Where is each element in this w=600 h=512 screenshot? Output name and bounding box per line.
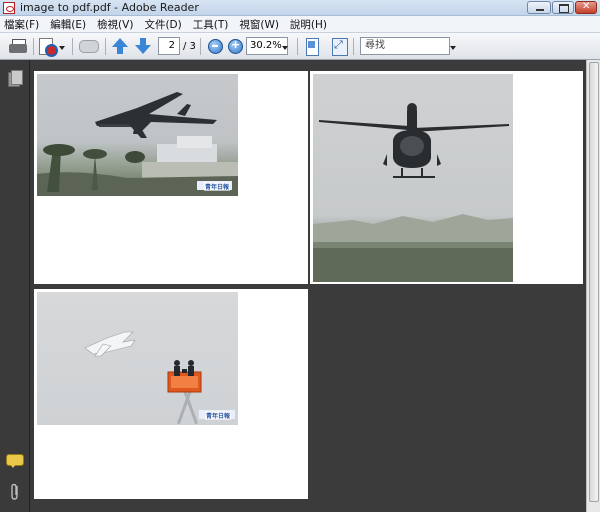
navigation-pane xyxy=(0,60,30,512)
print-icon[interactable] xyxy=(9,37,29,56)
toolbar-separator xyxy=(33,38,34,55)
chevron-down-icon[interactable] xyxy=(59,46,65,50)
menu-bar: 檔案(F) 編輯(E) 檢視(V) 文件(D) 工具(T) 視窗(W) 說明(H… xyxy=(0,16,600,33)
menu-window[interactable]: 視窗(W) xyxy=(239,17,279,32)
toolbar-separator xyxy=(200,38,201,55)
window-title: image to pdf.pdf - Adobe Reader xyxy=(20,1,199,14)
title-bar: image to pdf.pdf - Adobe Reader xyxy=(0,0,600,16)
watermark-label: 青年日報 xyxy=(205,411,232,420)
page-thumbnails-icon[interactable] xyxy=(8,70,23,87)
menu-view[interactable]: 檢視(V) xyxy=(97,17,133,32)
helicopter-photo xyxy=(313,74,513,282)
minimize-button[interactable] xyxy=(527,1,551,14)
menu-file[interactable]: 檔案(F) xyxy=(4,17,39,32)
next-page-icon[interactable] xyxy=(135,37,151,56)
toolbar-separator xyxy=(105,38,106,55)
scrollbar-thumb[interactable] xyxy=(589,62,599,502)
page-number-input[interactable]: 2 xyxy=(158,37,180,55)
menu-help[interactable]: 說明(H) xyxy=(290,17,327,32)
chevron-down-icon[interactable] xyxy=(450,46,456,50)
page-total-label: / 3 xyxy=(183,41,196,52)
zoom-out-icon[interactable] xyxy=(207,37,223,56)
comment-icon[interactable] xyxy=(78,37,100,56)
zoom-in-icon[interactable] xyxy=(227,37,243,56)
menu-tools[interactable]: 工具(T) xyxy=(193,17,229,32)
adobe-reader-icon xyxy=(3,2,15,14)
pdf-page-1[interactable]: 青年日報 xyxy=(34,71,308,284)
vertical-scrollbar[interactable] xyxy=(586,60,600,512)
fit-page-icon[interactable] xyxy=(305,37,319,56)
toolbar-separator xyxy=(297,38,298,55)
fighter-jet-photo: 青年日報 xyxy=(37,74,238,196)
toolbar-separator xyxy=(72,38,73,55)
toolbar: 2 / 3 30.2% 尋找 xyxy=(0,33,600,60)
watermark-label: 青年日報 xyxy=(204,182,231,191)
close-button[interactable] xyxy=(575,1,597,14)
search-input[interactable]: 尋找 xyxy=(360,37,450,55)
menu-document[interactable]: 文件(D) xyxy=(144,17,181,32)
pdf-page-3[interactable]: 青年日報 xyxy=(34,289,308,499)
full-screen-icon[interactable] xyxy=(331,37,348,56)
comments-pane-icon[interactable] xyxy=(6,454,24,468)
chevron-down-icon[interactable] xyxy=(282,46,288,50)
paperclip-icon[interactable] xyxy=(8,482,22,502)
pdf-page-2[interactable] xyxy=(310,71,583,284)
airshow-photo: 青年日報 xyxy=(37,292,238,425)
menu-edit[interactable]: 編輯(E) xyxy=(50,17,86,32)
maximize-button[interactable] xyxy=(552,1,574,14)
document-view[interactable]: 青年日報 青年日報 xyxy=(31,60,586,512)
previous-page-icon[interactable] xyxy=(112,37,128,56)
create-pdf-icon[interactable] xyxy=(37,37,58,57)
toolbar-separator xyxy=(353,38,354,55)
